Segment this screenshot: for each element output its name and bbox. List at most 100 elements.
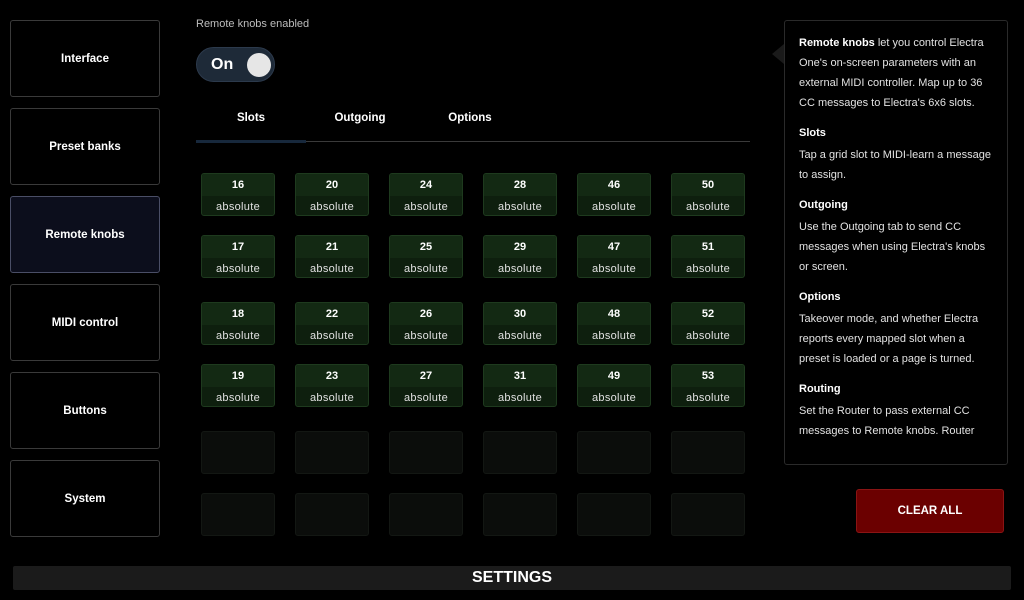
slot-cc-number: 18 <box>202 303 274 325</box>
clear-all-button[interactable]: CLEAR ALL <box>856 489 1004 533</box>
slot-mode: absolute <box>310 391 354 404</box>
slot-cc-number: 52 <box>672 303 744 325</box>
tab-slots[interactable]: Slots <box>196 104 306 143</box>
slot-empty[interactable] <box>577 431 651 474</box>
remote-knobs-panel: Remote knobs enabled On Slots Outgoing O… <box>196 0 752 560</box>
slot-cc-number: 16 <box>202 174 274 196</box>
slot-cc-49[interactable]: 49 absolute <box>577 364 651 407</box>
slot-mode: absolute <box>592 200 636 213</box>
help-pointer <box>772 44 784 64</box>
slot-cc-21[interactable]: 21 absolute <box>295 235 369 278</box>
slot-mode: absolute <box>404 391 448 404</box>
slot-cc-number: 49 <box>578 365 650 387</box>
help-panel: Remote knobs let you control Electra One… <box>784 20 1008 465</box>
slot-cc-number: 28 <box>484 174 556 196</box>
help-section-text-routing: Set the Router to pass external CC messa… <box>799 405 975 437</box>
slot-mode: absolute <box>592 329 636 342</box>
slot-cc-47[interactable]: 47 absolute <box>577 235 651 278</box>
slot-cc-number: 23 <box>296 365 368 387</box>
slot-cc-number: 26 <box>390 303 462 325</box>
help-intro-bold: Remote knobs <box>799 37 875 49</box>
slot-cc-number: 24 <box>390 174 462 196</box>
slot-mode: absolute <box>686 262 730 275</box>
remote-knobs-toggle[interactable]: On <box>196 47 275 82</box>
tab-outgoing[interactable]: Outgoing <box>305 104 415 142</box>
slot-cc-number: 51 <box>672 236 744 258</box>
slot-mode: absolute <box>592 391 636 404</box>
slot-cc-25[interactable]: 25 absolute <box>389 235 463 278</box>
slot-cc-51[interactable]: 51 absolute <box>671 235 745 278</box>
slot-mode: absolute <box>686 329 730 342</box>
slot-cc-30[interactable]: 30 absolute <box>483 302 557 345</box>
sidebar-item-midi-control[interactable]: MIDI control <box>10 284 160 361</box>
slot-cc-number: 29 <box>484 236 556 258</box>
slot-empty[interactable] <box>389 493 463 536</box>
slot-cc-46[interactable]: 46 absolute <box>577 173 651 216</box>
slot-empty[interactable] <box>483 493 557 536</box>
sidebar-item-preset-banks[interactable]: Preset banks <box>10 108 160 185</box>
tab-options[interactable]: Options <box>415 104 525 142</box>
slot-cc-number: 20 <box>296 174 368 196</box>
slot-empty[interactable] <box>671 493 745 536</box>
slot-empty[interactable] <box>295 493 369 536</box>
slot-mode: absolute <box>592 262 636 275</box>
slot-cc-18[interactable]: 18 absolute <box>201 302 275 345</box>
slot-cc-24[interactable]: 24 absolute <box>389 173 463 216</box>
slot-cc-number: 21 <box>296 236 368 258</box>
slot-mode: absolute <box>498 200 542 213</box>
slot-cc-16[interactable]: 16 absolute <box>201 173 275 216</box>
help-section-text-options: Takeover mode, and whether Electra repor… <box>799 313 979 365</box>
slot-cc-29[interactable]: 29 absolute <box>483 235 557 278</box>
toggle-state-label: On <box>211 56 234 73</box>
slot-cc-number: 50 <box>672 174 744 196</box>
slot-cc-52[interactable]: 52 absolute <box>671 302 745 345</box>
help-section-text-slots: Tap a grid slot to MIDI-learn a message … <box>799 149 991 181</box>
slot-empty[interactable] <box>295 431 369 474</box>
slot-cc-number: 30 <box>484 303 556 325</box>
slot-empty[interactable] <box>577 493 651 536</box>
slot-mode: absolute <box>216 329 260 342</box>
slot-cc-number: 27 <box>390 365 462 387</box>
slot-mode: absolute <box>216 262 260 275</box>
toggle-knob <box>247 53 271 77</box>
slot-mode: absolute <box>216 200 260 213</box>
slot-cc-number: 19 <box>202 365 274 387</box>
help-section-title-slots: Slots <box>799 127 826 139</box>
slot-cc-20[interactable]: 20 absolute <box>295 173 369 216</box>
slot-empty[interactable] <box>201 493 275 536</box>
slot-cc-31[interactable]: 31 absolute <box>483 364 557 407</box>
sidebar-item-interface[interactable]: Interface <box>10 20 160 97</box>
slot-mode: absolute <box>686 200 730 213</box>
sidebar-item-buttons[interactable]: Buttons <box>10 372 160 449</box>
slot-cc-28[interactable]: 28 absolute <box>483 173 557 216</box>
slot-cc-48[interactable]: 48 absolute <box>577 302 651 345</box>
slot-empty[interactable] <box>483 431 557 474</box>
slot-cc-number: 47 <box>578 236 650 258</box>
slot-cc-number: 53 <box>672 365 744 387</box>
sidebar-item-remote-knobs[interactable]: Remote knobs <box>10 196 160 273</box>
slot-empty[interactable] <box>201 431 275 474</box>
slot-empty[interactable] <box>671 431 745 474</box>
slot-cc-19[interactable]: 19 absolute <box>201 364 275 407</box>
slot-mode: absolute <box>404 329 448 342</box>
slot-cc-27[interactable]: 27 absolute <box>389 364 463 407</box>
slot-cc-26[interactable]: 26 absolute <box>389 302 463 345</box>
slot-mode: absolute <box>310 200 354 213</box>
slot-mode: absolute <box>404 262 448 275</box>
help-section-title-options: Options <box>799 291 841 303</box>
slot-cc-22[interactable]: 22 absolute <box>295 302 369 345</box>
slot-cc-50[interactable]: 50 absolute <box>671 173 745 216</box>
slot-cc-53[interactable]: 53 absolute <box>671 364 745 407</box>
slot-cc-number: 31 <box>484 365 556 387</box>
slot-mode: absolute <box>498 262 542 275</box>
sidebar-item-system[interactable]: System <box>10 460 160 537</box>
help-section-title-outgoing: Outgoing <box>799 199 848 211</box>
help-section-title-routing: Routing <box>799 383 841 395</box>
slot-mode: absolute <box>404 200 448 213</box>
slot-cc-23[interactable]: 23 absolute <box>295 364 369 407</box>
slot-cc-17[interactable]: 17 absolute <box>201 235 275 278</box>
remote-knobs-tabs: Slots Outgoing Options <box>196 104 750 143</box>
slot-cc-number: 17 <box>202 236 274 258</box>
slot-cc-number: 48 <box>578 303 650 325</box>
slot-empty[interactable] <box>389 431 463 474</box>
